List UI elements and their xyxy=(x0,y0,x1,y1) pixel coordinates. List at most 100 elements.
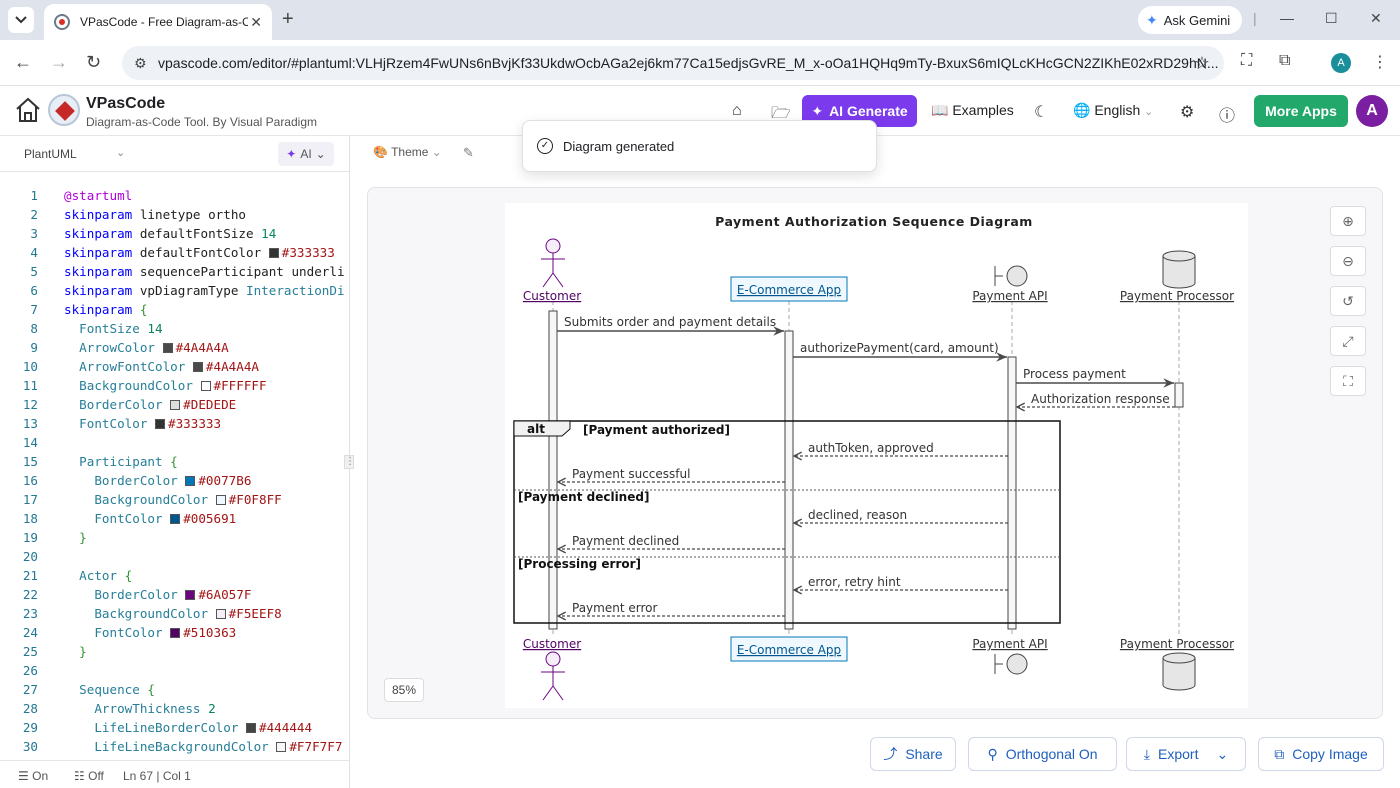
ask-gemini-button[interactable]: ✦ Ask Gemini xyxy=(1138,6,1242,34)
language-dropdown[interactable]: PlantUML xyxy=(24,147,77,161)
actor-customer-top[interactable] xyxy=(541,238,565,288)
code-line: 25 } xyxy=(0,642,350,661)
code-token: } xyxy=(79,644,87,659)
code-token: BackgroundColor xyxy=(94,492,209,507)
code-token: FontColor xyxy=(94,625,163,640)
actor-customer-bottom[interactable] xyxy=(541,651,565,701)
maximize-icon[interactable]: ☐ xyxy=(1325,10,1338,27)
browser-tab[interactable]: VPasCode - Free Diagram-as-Co ✕ xyxy=(44,4,272,40)
code-area[interactable]: 1 @startuml 2 skinparam linetype ortho 3 sk… xyxy=(0,186,350,756)
boundary-api-top-icon[interactable] xyxy=(994,265,1028,287)
editor-ai-button[interactable]: ✦ AI ⌄ xyxy=(278,142,334,166)
color-swatch[interactable] xyxy=(170,400,181,410)
user-avatar[interactable]: A xyxy=(1356,95,1388,127)
wrap-status: On xyxy=(32,769,49,783)
line-number: 11 xyxy=(22,378,38,393)
close-window-icon[interactable]: ✕ xyxy=(1370,10,1382,27)
toast-notification: ✓ Diagram generated xyxy=(522,120,877,172)
database-processor-bottom-icon[interactable] xyxy=(1162,652,1196,691)
participant-api-bottom-label: Payment API xyxy=(972,637,1047,651)
reset-view-icon[interactable]: ↺ xyxy=(1330,286,1366,316)
site-settings-icon[interactable]: ⚙ xyxy=(134,55,147,72)
zoom-in-icon[interactable]: ⊕ xyxy=(1330,206,1366,236)
code-token: 14 xyxy=(261,226,277,241)
minimize-icon[interactable]: — xyxy=(1280,10,1294,26)
color-swatch[interactable] xyxy=(246,723,256,733)
forward-arrow-icon[interactable]: → xyxy=(50,52,68,72)
line-number: 20 xyxy=(22,549,38,564)
code-token: #DEDEDE xyxy=(183,397,237,412)
code-line: 17 BackgroundColor #F0F8FF xyxy=(0,490,350,509)
code-token: sequenceParticipant underli xyxy=(132,264,345,279)
help-icon[interactable]: ⓘ xyxy=(1219,102,1235,126)
minimap-toggle[interactable]: ☷ Off xyxy=(74,769,104,783)
screenshot-icon[interactable]: ⛶ xyxy=(1241,52,1252,70)
examples-button[interactable]: 📖 Examples xyxy=(931,102,1014,119)
theme-dropdown[interactable]: 🎨 Theme ⌄ xyxy=(373,145,442,159)
code-token: #510363 xyxy=(183,625,237,640)
browser-profile-avatar[interactable]: A xyxy=(1331,53,1351,73)
code-token: LifeLineBorderColor xyxy=(94,720,239,735)
back-arrow-icon[interactable]: ← xyxy=(14,52,32,72)
browser-menu-icon[interactable]: ⋮ xyxy=(1372,52,1388,72)
line-number: 10 xyxy=(22,359,38,374)
panel-resize-handle[interactable]: ⋮ xyxy=(344,455,355,469)
line-number: 26 xyxy=(22,663,38,678)
color-swatch[interactable] xyxy=(162,343,173,353)
new-tab-plus-icon[interactable]: + xyxy=(282,8,294,30)
orthogonal-label: Orthogonal On xyxy=(1005,746,1098,762)
line-number: 12 xyxy=(22,397,38,412)
code-token: #F5EEF8 xyxy=(228,606,282,621)
chevron-down-icon: ⌄ xyxy=(315,147,326,161)
reload-icon[interactable]: ↻ xyxy=(86,52,101,72)
code-token: ArrowFontColor xyxy=(79,359,186,374)
extensions-puzzle-icon[interactable]: ⧉ xyxy=(1279,52,1290,70)
settings-gear-icon[interactable]: ⚙ xyxy=(1180,102,1194,122)
line-number: 23 xyxy=(22,606,38,621)
participant-processor-label: Payment Processor xyxy=(1120,289,1234,303)
message-label: Submits order and payment details xyxy=(564,315,776,329)
edit-pencil-icon[interactable]: ✎ xyxy=(463,145,474,161)
message-label: Payment error xyxy=(572,601,657,615)
boundary-api-bottom-icon[interactable] xyxy=(994,653,1028,675)
fullscreen-icon[interactable]: ⛶ xyxy=(1330,366,1366,396)
database-processor-top-icon[interactable] xyxy=(1162,250,1196,289)
code-token: #444444 xyxy=(259,720,313,735)
line-number: 13 xyxy=(22,416,38,431)
tab-search-chevron-icon[interactable] xyxy=(8,7,34,33)
color-swatch[interactable] xyxy=(185,590,196,600)
palette-icon: 🎨 xyxy=(373,145,388,159)
color-swatch[interactable] xyxy=(200,381,211,391)
dark-mode-moon-icon[interactable]: ☾ xyxy=(1034,102,1048,122)
code-token: } xyxy=(79,530,87,545)
tab-close-icon[interactable]: ✕ xyxy=(250,14,262,31)
color-swatch[interactable] xyxy=(215,609,226,619)
color-swatch[interactable] xyxy=(170,514,181,524)
copy-image-button[interactable]: ⧉ Copy Image xyxy=(1258,737,1384,771)
color-swatch[interactable] xyxy=(276,742,287,752)
color-swatch[interactable] xyxy=(192,362,203,372)
color-swatch[interactable] xyxy=(185,476,196,486)
share-button[interactable]: ⤴ Share xyxy=(870,737,956,771)
zoom-level[interactable]: 85% xyxy=(384,678,424,702)
bookmark-star-icon[interactable]: ☆ xyxy=(1194,53,1210,74)
code-token: skinparam xyxy=(64,302,133,317)
export-button[interactable]: ⤓ Export ⌄ xyxy=(1126,737,1246,771)
color-swatch[interactable] xyxy=(170,628,181,638)
diagram-paper: Payment Authorization Sequence Diagram C… xyxy=(505,203,1248,708)
url-field[interactable]: ⚙ vpascode.com/editor/#plantuml:VLHjRzem… xyxy=(122,46,1224,80)
home-nav-icon[interactable]: ⌂ xyxy=(732,102,742,120)
word-wrap-toggle[interactable]: ☰ On xyxy=(18,769,48,783)
zoom-out-icon[interactable]: ⊖ xyxy=(1330,246,1366,276)
color-swatch[interactable] xyxy=(268,248,279,258)
color-swatch[interactable] xyxy=(155,419,166,429)
language-select[interactable]: 🌐 English ⌄ xyxy=(1073,102,1153,119)
code-token: 14 xyxy=(139,321,163,336)
fit-to-screen-icon[interactable]: ⤢ xyxy=(1330,326,1366,356)
home-icon[interactable] xyxy=(14,96,42,129)
chevron-down-icon[interactable]: ⌄ xyxy=(116,146,125,159)
color-swatch[interactable] xyxy=(215,495,226,505)
more-apps-button[interactable]: More Apps xyxy=(1254,95,1348,127)
line-number: 7 xyxy=(30,302,38,317)
orthogonal-toggle-button[interactable]: ⚲ Orthogonal On xyxy=(968,737,1117,771)
